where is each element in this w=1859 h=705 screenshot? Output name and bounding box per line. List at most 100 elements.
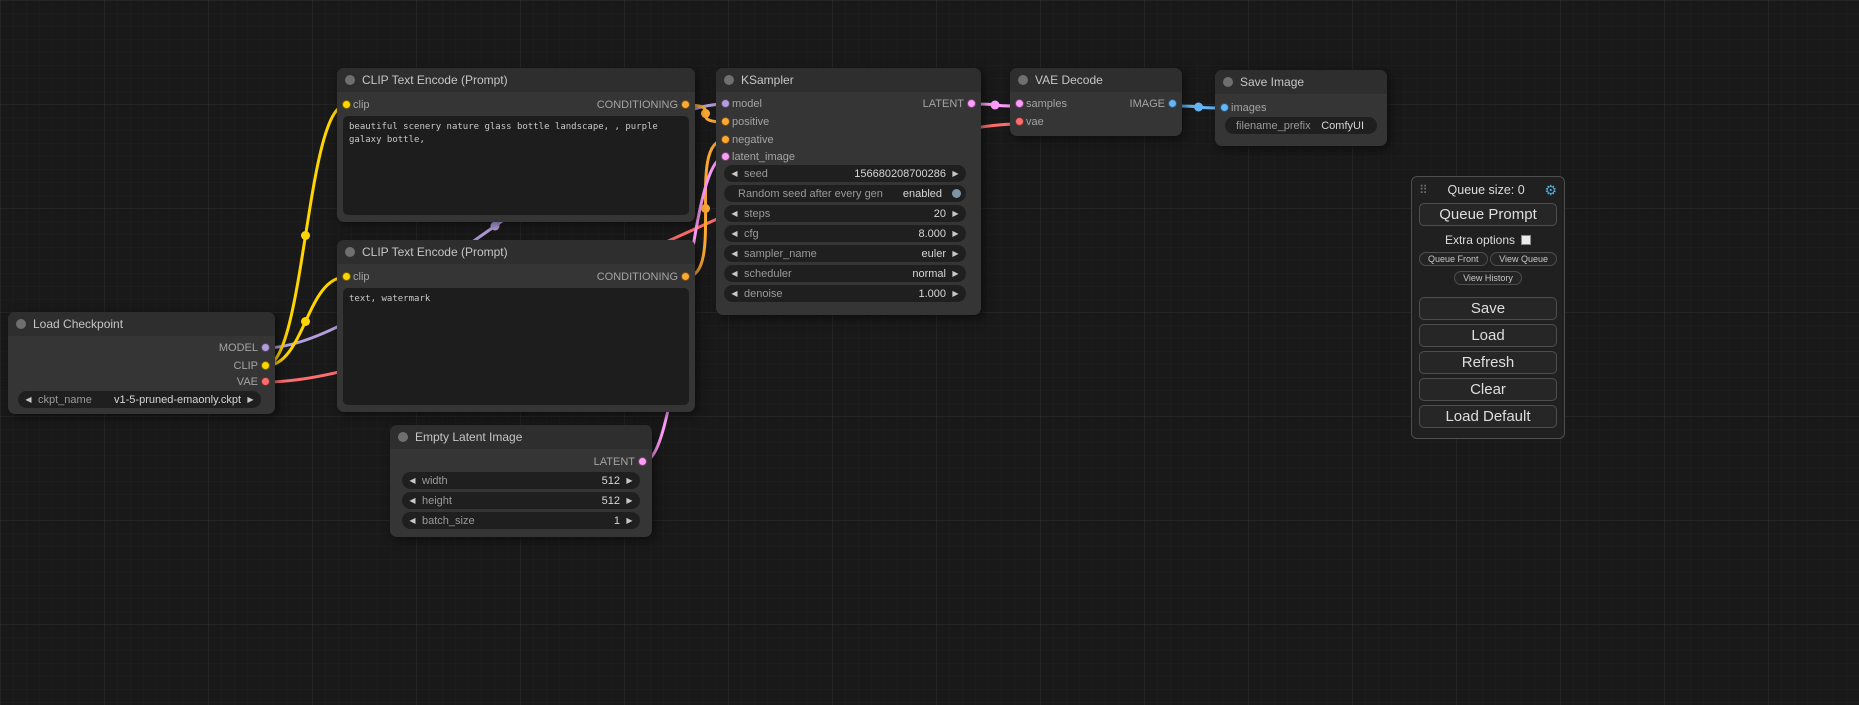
input-slot-negative[interactable] <box>721 135 730 144</box>
node-title-bar[interactable]: KSampler <box>716 68 981 92</box>
input-slot-model[interactable] <box>721 99 730 108</box>
output-slot-model[interactable] <box>261 343 270 352</box>
input-slot-clip[interactable] <box>342 272 351 281</box>
widget-denoise[interactable]: ◀ denoise 1.000 ▶ <box>724 285 966 302</box>
widget-seed[interactable]: ◀ seed 156680208700286 ▶ <box>724 165 966 182</box>
node-ksampler[interactable]: KSampler model LATENT positive negative … <box>716 68 981 315</box>
widget-value: 512 <box>602 495 620 507</box>
link-midpoint-dot <box>701 109 710 118</box>
widget-filename-prefix[interactable]: filename_prefix ComfyUI <box>1225 117 1377 134</box>
node-clip-text-encode-negative[interactable]: CLIP Text Encode (Prompt) clip CONDITION… <box>337 240 695 412</box>
input-slot-positive[interactable] <box>721 117 730 126</box>
widget-scheduler[interactable]: ◀ scheduler normal ▶ <box>724 265 966 282</box>
widget-random-seed-toggle[interactable]: Random seed after every gen enabled <box>724 185 966 202</box>
link-midpoint-dot <box>1194 103 1203 112</box>
decrement-arrow-icon[interactable]: ◀ <box>407 492 418 509</box>
increment-arrow-icon[interactable]: ▶ <box>624 512 635 529</box>
widget-height[interactable]: ◀ height 512 ▶ <box>402 492 640 509</box>
output-slot-conditioning[interactable] <box>681 100 690 109</box>
decrement-arrow-icon[interactable]: ◀ <box>729 225 740 242</box>
decrement-arrow-icon[interactable]: ◀ <box>407 512 418 529</box>
load-default-button[interactable]: Load Default <box>1419 405 1557 428</box>
link-midpoint-dot <box>301 231 310 240</box>
clear-button[interactable]: Clear <box>1419 378 1557 401</box>
node-title: KSampler <box>741 73 794 87</box>
node-empty-latent-image[interactable]: Empty Latent Image LATENT ◀ width 512 ▶ … <box>390 425 652 537</box>
input-slot-samples[interactable] <box>1015 99 1024 108</box>
increment-arrow-icon[interactable]: ▶ <box>624 472 635 489</box>
input-slot-label: samples <box>1026 97 1067 111</box>
increment-arrow-icon[interactable]: ▶ <box>950 205 961 222</box>
decrement-arrow-icon[interactable]: ◀ <box>407 472 418 489</box>
decrement-arrow-icon[interactable]: ◀ <box>729 265 740 282</box>
negative-prompt-textarea[interactable]: text, watermark <box>343 288 689 405</box>
graph-canvas[interactable]: Load Checkpoint MODEL CLIP VAE ◀ ckpt_na… <box>0 0 1859 705</box>
collapse-dot[interactable] <box>345 247 355 257</box>
node-title-bar[interactable]: Save Image <box>1215 70 1387 94</box>
load-button[interactable]: Load <box>1419 324 1557 347</box>
decrement-arrow-icon[interactable]: ◀ <box>729 165 740 182</box>
collapse-dot[interactable] <box>16 319 26 329</box>
widget-label: cfg <box>744 228 759 240</box>
collapse-dot[interactable] <box>398 432 408 442</box>
output-slot-conditioning[interactable] <box>681 272 690 281</box>
widget-width[interactable]: ◀ width 512 ▶ <box>402 472 640 489</box>
widget-sampler-name[interactable]: ◀ sampler_name euler ▶ <box>724 245 966 262</box>
increment-arrow-icon[interactable]: ▶ <box>624 492 635 509</box>
widget-batch-size[interactable]: ◀ batch_size 1 ▶ <box>402 512 640 529</box>
decrement-arrow-icon[interactable]: ◀ <box>729 205 740 222</box>
input-slot-label: clip <box>353 98 370 112</box>
comfy-menu-panel: ⠿ Queue size: 0 ⚙ Queue Prompt Extra opt… <box>1411 176 1565 439</box>
link-midpoint-dot <box>991 101 1000 110</box>
node-title-bar[interactable]: CLIP Text Encode (Prompt) <box>337 68 695 92</box>
node-title-bar[interactable]: Load Checkpoint <box>8 312 275 336</box>
decrement-arrow-icon[interactable]: ◀ <box>23 391 34 408</box>
positive-prompt-textarea[interactable]: beautiful scenery nature glass bottle la… <box>343 116 689 215</box>
node-title-bar[interactable]: Empty Latent Image <box>390 425 652 449</box>
output-slot-latent[interactable] <box>967 99 976 108</box>
increment-arrow-icon[interactable]: ▶ <box>950 225 961 242</box>
node-title-bar[interactable]: CLIP Text Encode (Prompt) <box>337 240 695 264</box>
refresh-button[interactable]: Refresh <box>1419 351 1557 374</box>
output-slot-image[interactable] <box>1168 99 1177 108</box>
widget-label: sampler_name <box>744 248 817 260</box>
view-history-button[interactable]: View History <box>1454 271 1522 285</box>
widget-steps[interactable]: ◀ steps 20 ▶ <box>724 205 966 222</box>
extra-options-label: Extra options <box>1445 233 1515 247</box>
view-queue-button[interactable]: View Queue <box>1490 252 1557 266</box>
collapse-dot[interactable] <box>1018 75 1028 85</box>
output-slot-latent[interactable] <box>638 457 647 466</box>
increment-arrow-icon[interactable]: ▶ <box>950 265 961 282</box>
collapse-dot[interactable] <box>724 75 734 85</box>
widget-ckpt-name[interactable]: ◀ ckpt_name v1-5-pruned-emaonly.ckpt ▶ <box>18 391 261 408</box>
settings-gear-icon[interactable]: ⚙ <box>1544 182 1557 199</box>
save-button[interactable]: Save <box>1419 297 1557 320</box>
increment-arrow-icon[interactable]: ▶ <box>245 391 256 408</box>
queue-prompt-button[interactable]: Queue Prompt <box>1419 203 1557 226</box>
node-load-checkpoint[interactable]: Load Checkpoint MODEL CLIP VAE ◀ ckpt_na… <box>8 312 275 414</box>
widget-value: normal <box>912 268 946 280</box>
collapse-dot[interactable] <box>345 75 355 85</box>
collapse-dot[interactable] <box>1223 77 1233 87</box>
drag-handle-icon[interactable]: ⠿ <box>1419 183 1428 197</box>
extra-options-checkbox[interactable] <box>1521 235 1531 245</box>
widget-cfg[interactable]: ◀ cfg 8.000 ▶ <box>724 225 966 242</box>
input-slot-clip[interactable] <box>342 100 351 109</box>
node-save-image[interactable]: Save Image images filename_prefix ComfyU… <box>1215 70 1387 146</box>
node-vae-decode[interactable]: VAE Decode samples IMAGE vae <box>1010 68 1182 136</box>
increment-arrow-icon[interactable]: ▶ <box>950 285 961 302</box>
input-slot-vae[interactable] <box>1015 117 1024 126</box>
queue-front-button[interactable]: Queue Front <box>1419 252 1488 266</box>
decrement-arrow-icon[interactable]: ◀ <box>729 285 740 302</box>
increment-arrow-icon[interactable]: ▶ <box>950 245 961 262</box>
input-slot-latent-image[interactable] <box>721 152 730 161</box>
decrement-arrow-icon[interactable]: ◀ <box>729 245 740 262</box>
toggle-indicator[interactable] <box>952 189 961 198</box>
output-slot-clip[interactable] <box>261 361 270 370</box>
input-slot-images[interactable] <box>1220 103 1229 112</box>
output-slot-vae[interactable] <box>261 377 270 386</box>
node-title-bar[interactable]: VAE Decode <box>1010 68 1182 92</box>
link-clip <box>265 105 346 366</box>
increment-arrow-icon[interactable]: ▶ <box>950 165 961 182</box>
node-clip-text-encode-positive[interactable]: CLIP Text Encode (Prompt) clip CONDITION… <box>337 68 695 222</box>
